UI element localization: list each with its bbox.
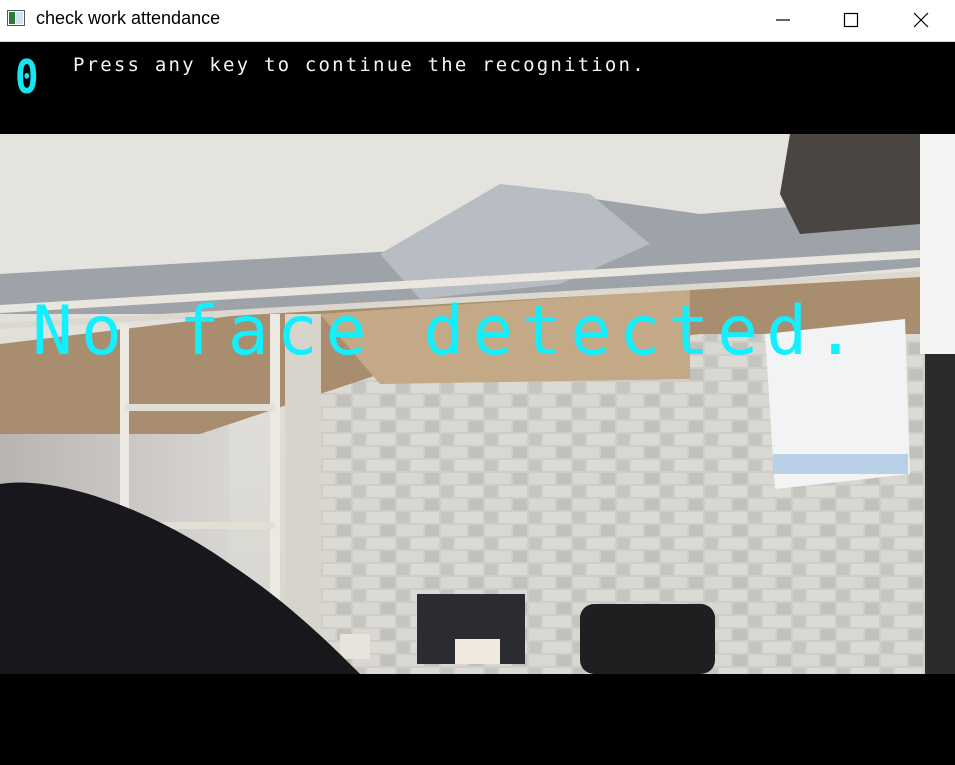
window-titlebar: check work attendance [0,0,955,42]
close-icon [913,12,929,28]
camera-feed: No face detected. [0,134,955,674]
recognition-counter: 0 [15,50,39,104]
maximize-button[interactable] [828,0,874,40]
minimize-button[interactable] [760,0,806,40]
app-icon [7,10,25,26]
video-frame: 0 Press any key to continue the recognit… [0,42,955,765]
no-face-status: No face detected. [32,292,864,371]
close-button[interactable] [898,0,944,40]
minimize-icon [776,19,790,21]
window-title: check work attendance [36,8,221,28]
camera-scene [0,134,955,674]
maximize-icon [843,12,859,28]
continue-prompt: Press any key to continue the recognitio… [73,54,646,76]
